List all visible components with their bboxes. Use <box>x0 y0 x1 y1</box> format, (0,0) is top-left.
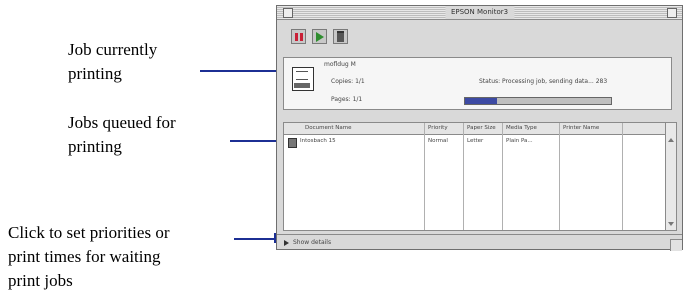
window-titlebar[interactable]: EPSON Monitor3 <box>277 6 682 20</box>
scroll-down-icon[interactable] <box>668 222 674 226</box>
column-divider <box>622 123 623 230</box>
current-job-panel: mofldug M Copies: 1/1 Status: Processing… <box>283 57 672 110</box>
pause-button[interactable] <box>291 29 306 44</box>
resume-button[interactable] <box>312 29 327 44</box>
current-job-status: Status: Processing job, sending data... … <box>479 78 608 85</box>
column-divider <box>463 123 464 230</box>
queue-table: Document Name Priority Paper Size Media … <box>283 122 677 231</box>
delete-job-button[interactable] <box>333 29 348 44</box>
queue-scrollbar[interactable] <box>665 123 676 230</box>
close-box[interactable] <box>283 8 293 18</box>
window-title: EPSON Monitor3 <box>444 6 515 19</box>
callout-details: Click to set priorities or print times f… <box>8 223 170 290</box>
column-header-priority[interactable]: Priority <box>428 123 448 134</box>
monitor-window: EPSON Monitor3 mofldug M Copies: 1/1 Sta… <box>276 5 683 251</box>
queue-table-header: Document Name Priority Paper Size Media … <box>284 123 666 135</box>
callout-line-details <box>234 238 276 240</box>
queue-paper-size: Letter <box>467 138 484 144</box>
play-icon <box>315 31 324 42</box>
current-job-copies: Copies: 1/1 <box>331 78 365 85</box>
column-header-paper-size[interactable]: Paper Size <box>467 123 496 134</box>
callout-line-queued <box>230 140 280 142</box>
column-divider <box>502 123 503 230</box>
current-job-name: mofldug M <box>324 61 356 68</box>
column-divider <box>424 123 425 230</box>
callout-current-job: Job currently printing <box>68 40 158 83</box>
printer-icon <box>292 67 314 91</box>
progress-bar <box>464 97 612 105</box>
show-details-label[interactable]: Show details <box>293 238 331 247</box>
resize-grip[interactable] <box>670 239 682 251</box>
queue-priority: Normal <box>428 138 448 144</box>
callout-queued: Jobs queued for printing <box>68 113 176 156</box>
current-job-pages: Pages: 1/1 <box>331 96 363 103</box>
queue-document-name: Intosbach 15 <box>300 138 336 144</box>
progress-fill <box>465 98 498 104</box>
column-header-media-type[interactable]: Media Type <box>506 123 537 134</box>
pause-icon <box>294 32 303 41</box>
column-header-document-name[interactable]: Document Name <box>305 123 351 134</box>
queue-media-type: Plain Pa... <box>506 138 533 144</box>
scroll-up-icon[interactable] <box>668 138 674 142</box>
document-icon <box>288 138 297 148</box>
details-bar: Show details <box>277 234 682 251</box>
callout-line-current-job <box>200 70 277 72</box>
zoom-box[interactable] <box>667 8 677 18</box>
column-header-printer-name[interactable]: Printer Name <box>563 123 599 134</box>
disclosure-triangle-icon[interactable] <box>284 240 289 246</box>
trash-icon <box>337 31 344 42</box>
column-divider <box>559 123 560 230</box>
